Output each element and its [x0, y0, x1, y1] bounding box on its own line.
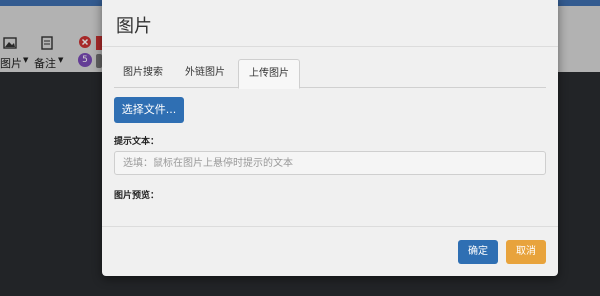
- tab-image-search[interactable]: 图片搜索: [114, 59, 172, 86]
- select-file-button[interactable]: 选择文件...: [114, 97, 184, 123]
- hint-text-input[interactable]: [114, 151, 546, 175]
- cancel-button[interactable]: 取消: [506, 240, 546, 264]
- ok-button[interactable]: 确定: [458, 240, 498, 264]
- hint-text-label: 提示文本：: [114, 137, 160, 147]
- header-divider: [102, 46, 558, 47]
- tab-upload-image[interactable]: 上传图片: [238, 59, 300, 89]
- footer-divider: [102, 226, 558, 227]
- image-preview-label: 图片预览：: [114, 191, 160, 201]
- dialog-tabs: 图片搜索 外链图片 上传图片: [114, 59, 546, 89]
- dialog-title: 图片: [116, 16, 152, 37]
- tab-external-image[interactable]: 外链图片: [174, 59, 236, 86]
- image-dialog: 图片 图片搜索 外链图片 上传图片 选择文件... 提示文本： 图片预览： 确定…: [102, 0, 558, 276]
